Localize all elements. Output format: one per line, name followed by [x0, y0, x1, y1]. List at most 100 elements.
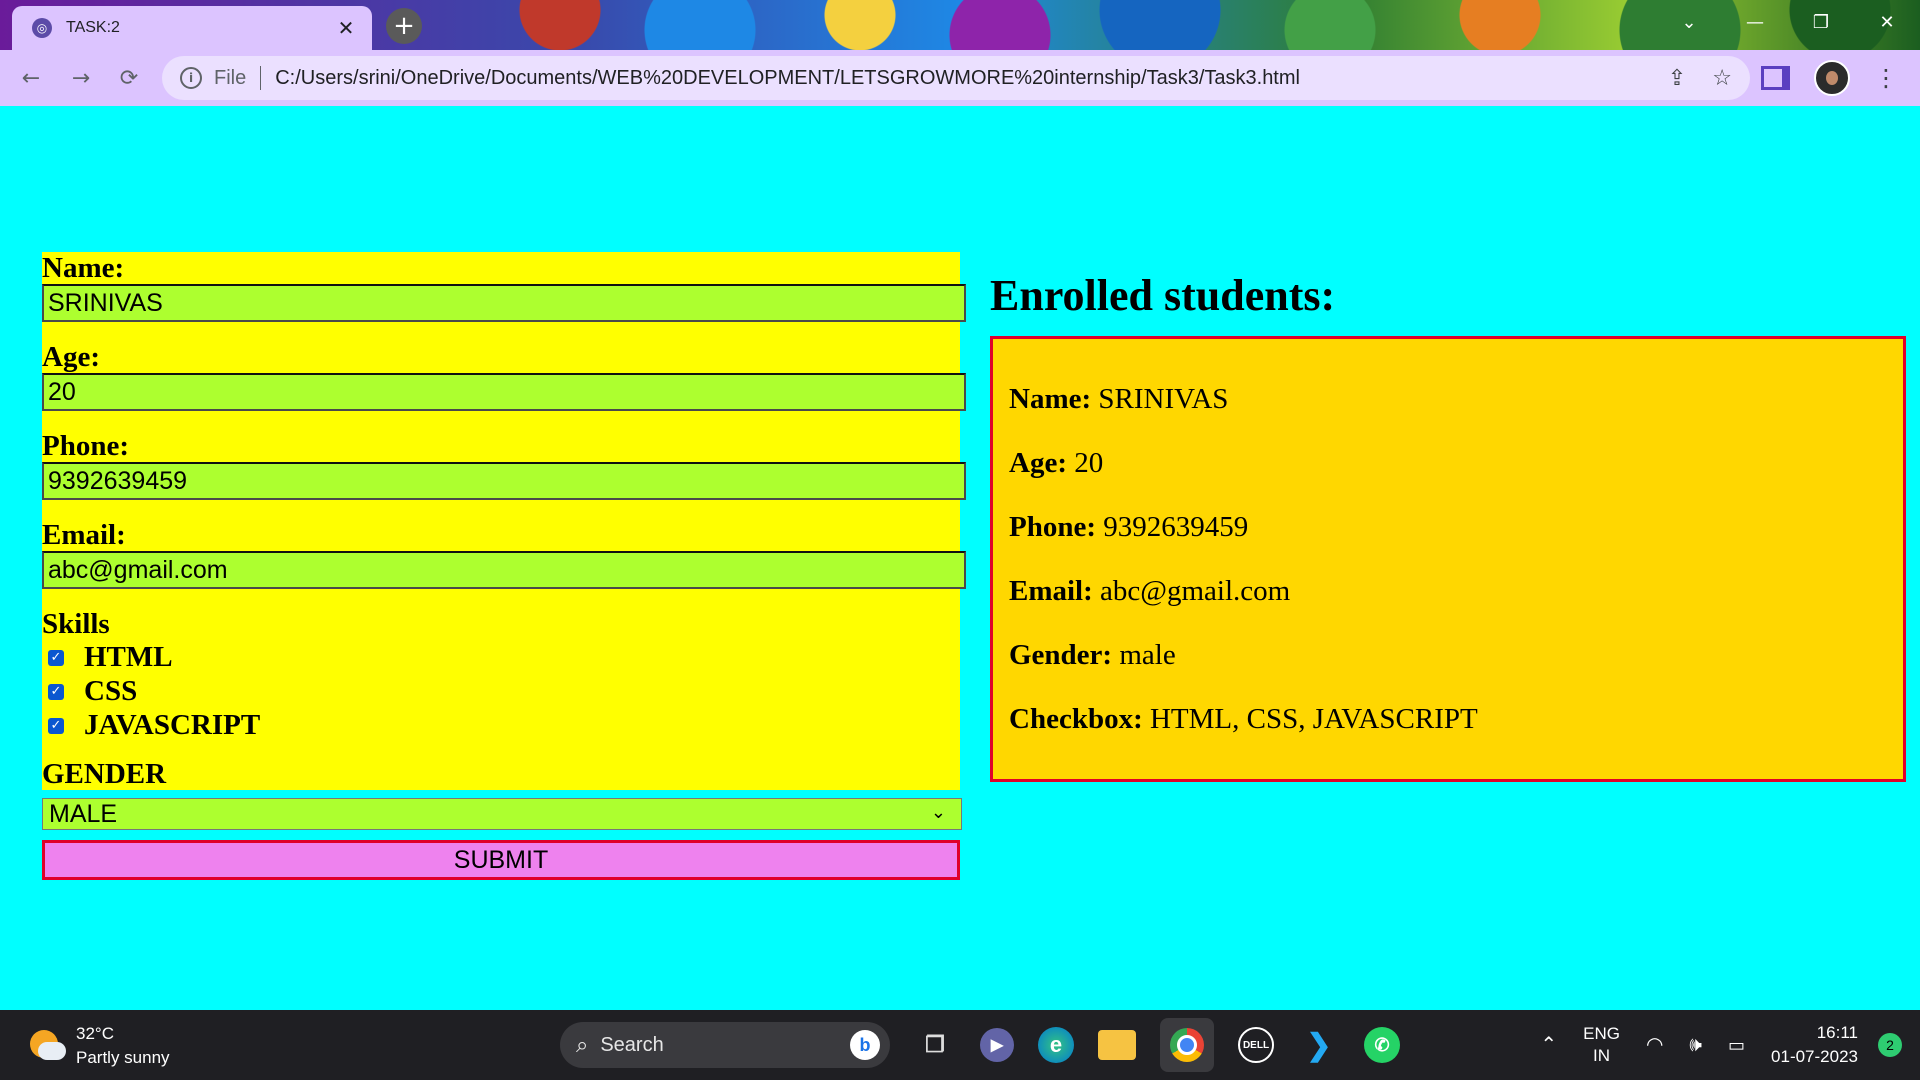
- email-input[interactable]: abc@gmail.com: [42, 551, 966, 589]
- gender-label: GENDER: [42, 758, 167, 790]
- tab-close-icon[interactable]: ✕: [334, 16, 358, 40]
- enrolled-row-gender: Gender: male: [1009, 639, 1176, 672]
- enrolled-title: Enrolled students:: [990, 271, 1336, 320]
- age-input[interactable]: 20: [42, 373, 966, 411]
- row-value: 9392639459: [1103, 511, 1249, 543]
- minimize-icon[interactable]: —: [1722, 0, 1788, 44]
- windows-start-icon[interactable]: [500, 1027, 536, 1063]
- clock[interactable]: 16:11 01-07-2023: [1771, 1021, 1858, 1069]
- skill-html-label: HTML: [84, 641, 173, 673]
- weather-condition: Partly sunny: [76, 1048, 170, 1067]
- language: ENG: [1583, 1024, 1620, 1043]
- skill-javascript-row[interactable]: ✓ JAVASCRIPT: [48, 709, 260, 742]
- taskbar-apps: ⌕ Search b ❐ ▶ e DELL ❯ ✆: [500, 1018, 1400, 1072]
- skill-css-row[interactable]: ✓ CSS: [48, 675, 137, 708]
- age-label: Age:: [42, 341, 100, 373]
- wifi-icon[interactable]: ◠: [1646, 1034, 1663, 1056]
- name-input[interactable]: SRINIVAS: [42, 284, 966, 322]
- new-tab-button[interactable]: +: [386, 8, 422, 44]
- toolbar-actions: ⋮: [1761, 60, 1920, 96]
- chevron-up-icon[interactable]: ⌃: [1540, 1034, 1557, 1056]
- info-icon[interactable]: i: [180, 67, 202, 89]
- taskbar-search[interactable]: ⌕ Search b: [560, 1022, 890, 1068]
- reload-icon[interactable]: ⟳: [114, 63, 144, 93]
- side-panel-icon[interactable]: [1761, 66, 1790, 90]
- share-icon[interactable]: ⇪: [1668, 66, 1686, 91]
- time: 16:11: [1816, 1023, 1858, 1042]
- tab-search-icon[interactable]: ⌄: [1656, 0, 1722, 44]
- close-window-icon[interactable]: ✕: [1854, 0, 1920, 44]
- row-key: Phone:: [1009, 511, 1096, 543]
- row-key: Gender:: [1009, 639, 1113, 671]
- enrolled-row-age: Age: 20: [1009, 447, 1103, 480]
- browser-toolbar: ← → ⟳ i File C:/Users/srini/OneDrive/Doc…: [0, 50, 1920, 106]
- row-key: Age:: [1009, 447, 1067, 479]
- url-text[interactable]: C:/Users/srini/OneDrive/Documents/WEB%20…: [275, 67, 1300, 90]
- edge-icon[interactable]: e: [1038, 1027, 1074, 1063]
- gender-selected-value[interactable]: MALE: [42, 798, 962, 830]
- checkbox-css[interactable]: ✓: [48, 683, 64, 700]
- omnibox-actions: ⇪ ☆: [1668, 56, 1732, 100]
- browser-tab[interactable]: ◎ TASK:2 ✕: [12, 6, 372, 50]
- tab-title: TASK:2: [66, 19, 120, 36]
- phone-input[interactable]: 9392639459: [42, 462, 966, 500]
- checkbox-html[interactable]: ✓: [48, 649, 64, 666]
- row-value: abc@gmail.com: [1100, 575, 1291, 607]
- enrolled-card: Name: SRINIVAS Age: 20 Phone: 9392639459…: [990, 336, 1906, 782]
- weather-text: 32°C Partly sunny: [76, 1022, 170, 1070]
- checkbox-javascript[interactable]: ✓: [48, 717, 64, 734]
- window-controls: ⌄ — ❐ ✕: [1656, 0, 1920, 44]
- row-value: male: [1119, 639, 1176, 671]
- chrome-icon[interactable]: [1160, 1018, 1214, 1072]
- task-view-icon[interactable]: ❐: [914, 1024, 956, 1066]
- forward-icon[interactable]: →: [66, 63, 96, 93]
- search-icon: ⌕: [576, 1032, 589, 1057]
- name-label: Name:: [42, 252, 125, 284]
- system-tray: ⌃ ENG IN ◠ 🕪 ▭ 16:11 01-07-2023 2: [1540, 1010, 1920, 1080]
- chevron-down-icon[interactable]: ⌄: [931, 802, 946, 823]
- row-key: Name:: [1009, 383, 1092, 415]
- whatsapp-icon[interactable]: ✆: [1364, 1027, 1400, 1063]
- dell-icon[interactable]: DELL: [1238, 1027, 1274, 1063]
- enrolled-row-checkbox: Checkbox: HTML, CSS, JAVASCRIPT: [1009, 703, 1478, 736]
- email-label: Email:: [42, 519, 126, 551]
- battery-icon[interactable]: ▭: [1728, 1034, 1745, 1056]
- file-explorer-icon[interactable]: [1098, 1030, 1136, 1060]
- registration-form: Name: SRINIVAS Age: 20 Phone: 9392639459…: [42, 252, 966, 880]
- enrolled-row-name: Name: SRINIVAS: [1009, 383, 1228, 416]
- row-value: HTML, CSS, JAVASCRIPT: [1149, 703, 1478, 735]
- weather-widget[interactable]: 32°C Partly sunny: [26, 1022, 170, 1070]
- restore-icon[interactable]: ❐: [1788, 0, 1854, 44]
- menu-kebab-icon[interactable]: ⋮: [1874, 64, 1898, 92]
- address-bar[interactable]: i File C:/Users/srini/OneDrive/Documents…: [162, 56, 1750, 100]
- teams-chat-icon[interactable]: ▶: [980, 1028, 1014, 1062]
- notification-badge[interactable]: 2: [1878, 1033, 1902, 1057]
- file-label: File: [214, 66, 247, 89]
- enrolled-row-phone: Phone: 9392639459: [1009, 511, 1248, 544]
- globe-icon: ◎: [32, 18, 52, 38]
- enrolled-row-email: Email: abc@gmail.com: [1009, 575, 1290, 608]
- submit-button[interactable]: SUBMIT: [42, 840, 960, 880]
- profile-avatar[interactable]: [1814, 60, 1850, 96]
- browser-titlebar: ◎ TASK:2 ✕ + ⌄ — ❐ ✕: [0, 0, 1920, 50]
- gender-select[interactable]: MALE ⌄: [42, 798, 962, 830]
- skills-label: Skills: [42, 608, 110, 640]
- row-key: Checkbox:: [1009, 703, 1143, 735]
- skill-html-row[interactable]: ✓ HTML: [48, 641, 173, 674]
- page-content: Name: SRINIVAS Age: 20 Phone: 9392639459…: [0, 106, 1920, 1010]
- skill-css-label: CSS: [84, 675, 138, 707]
- row-value: 20: [1074, 447, 1104, 479]
- vscode-icon[interactable]: ❯: [1298, 1024, 1340, 1066]
- partly-sunny-icon: [26, 1028, 66, 1064]
- row-value: SRINIVAS: [1098, 383, 1229, 415]
- row-key: Email:: [1009, 575, 1093, 607]
- region: IN: [1593, 1046, 1611, 1065]
- date: 01-07-2023: [1771, 1047, 1858, 1066]
- back-icon[interactable]: ←: [16, 63, 46, 93]
- volume-icon[interactable]: 🕪: [1689, 1034, 1702, 1056]
- bookmark-star-icon[interactable]: ☆: [1712, 66, 1732, 91]
- taskbar: 32°C Partly sunny ⌕ Search b ❐ ▶ e DELL …: [0, 1010, 1920, 1080]
- search-placeholder: Search: [600, 1033, 664, 1056]
- bing-icon[interactable]: b: [850, 1030, 880, 1060]
- language-indicator[interactable]: ENG IN: [1583, 1023, 1620, 1067]
